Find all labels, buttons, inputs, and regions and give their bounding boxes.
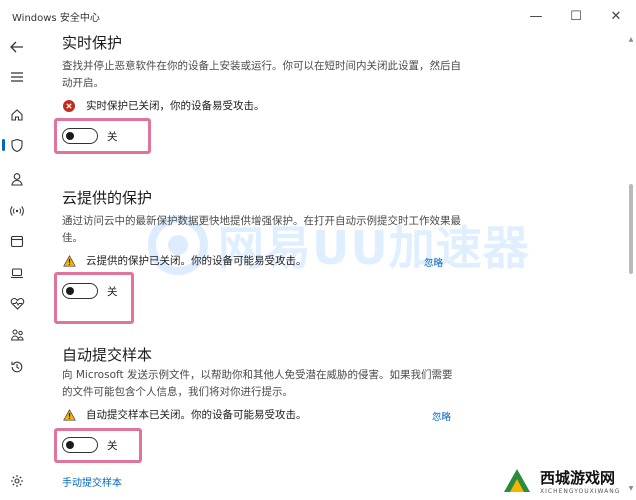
back-arrow-icon[interactable] — [6, 36, 28, 58]
sample-dismiss-link[interactable]: 忽略 — [432, 409, 451, 423]
sample-submission-description: 向 Microsoft 发送示例文件，以帮助你和其他人免受潜在威胁的侵害。如果我… — [62, 369, 453, 398]
history-icon[interactable] — [6, 356, 28, 378]
cloud-protection-description: 通过访问云中的最新保护数据更快地提供增强保护。在打开自动示例提交时工作效果最佳。 — [62, 215, 461, 244]
warning-triangle-icon — [62, 254, 76, 268]
cloud-dismiss-link[interactable]: 忽略 — [424, 255, 443, 269]
person-icon[interactable] — [6, 168, 28, 190]
switch-knob — [66, 131, 74, 140]
cloud-protection-toggle[interactable]: 关 — [62, 283, 118, 299]
app-browser-icon[interactable] — [6, 230, 28, 252]
sample-submission-status: 自动提交样本已关闭。你的设备可能易受攻击。 — [62, 407, 307, 422]
cloud-toggle-label: 关 — [107, 285, 118, 298]
device-laptop-icon[interactable] — [6, 262, 28, 284]
sample-toggle-label: 关 — [107, 439, 118, 452]
sample-switch[interactable] — [62, 437, 98, 453]
heart-pulse-icon[interactable] — [6, 292, 28, 314]
shield-icon[interactable] — [2, 134, 28, 156]
sidebar-nav — [0, 32, 34, 500]
site-badge-subtitle: XICHENGYOUXIWANG — [540, 488, 621, 495]
switch-knob — [66, 440, 74, 449]
site-logo-icon — [504, 469, 530, 492]
realtime-status-text: 实时保护已关闭，你的设备易受攻击。 — [86, 100, 265, 112]
home-icon[interactable] — [6, 104, 28, 126]
cloud-protection-status: 云提供的保护已关闭。你的设备可能易受攻击。 — [62, 253, 307, 268]
cloud-status-text: 云提供的保护已关闭。你的设备可能易受攻击。 — [86, 255, 307, 267]
realtime-switch[interactable] — [62, 128, 98, 144]
settings-gear-icon[interactable] — [6, 470, 28, 492]
realtime-protection-status: 实时保护已关闭，你的设备易受攻击。 — [62, 98, 265, 113]
sample-status-text: 自动提交样本已关闭。你的设备可能易受攻击。 — [86, 409, 307, 421]
main-content: 实时保护 查找并停止恶意软件在你的设备上安装或运行。你可以在短时间内关闭此设置，… — [54, 0, 622, 500]
site-badge: 西城游戏网 XICHENGYOUXIWANG — [500, 462, 636, 500]
sample-submission-toggle[interactable]: 关 — [62, 437, 118, 453]
vertical-scrollbar[interactable]: ▲ ▼ — [628, 34, 634, 494]
realtime-protection-title: 实时保护 — [62, 34, 123, 52]
manual-submit-sample-link[interactable]: 手动提交样本 — [62, 474, 122, 489]
sample-submission-title: 自动提交样本 — [62, 346, 153, 364]
error-x-icon — [62, 99, 76, 113]
realtime-protection-toggle[interactable]: 关 — [62, 128, 118, 144]
cloud-switch[interactable] — [62, 283, 98, 299]
scroll-thumb[interactable] — [629, 184, 633, 274]
realtime-toggle-label: 关 — [107, 130, 118, 143]
site-badge-title: 西城游戏网 — [540, 469, 616, 487]
scroll-up-arrow-icon[interactable]: ▲ — [628, 36, 634, 43]
switch-knob — [66, 286, 74, 295]
realtime-protection-description: 查找并停止恶意软件在你的设备上安装或运行。你可以在短时间内关闭此设置，然后自动开… — [62, 60, 461, 89]
wifi-signal-icon[interactable] — [6, 200, 28, 222]
cloud-protection-title: 云提供的保护 — [62, 189, 153, 207]
warning-triangle-icon — [62, 408, 76, 422]
site-badge-text: 西城游戏网 XICHENGYOUXIWANG — [540, 467, 620, 495]
hamburger-menu-icon[interactable] — [6, 66, 28, 88]
family-icon[interactable] — [6, 324, 28, 346]
